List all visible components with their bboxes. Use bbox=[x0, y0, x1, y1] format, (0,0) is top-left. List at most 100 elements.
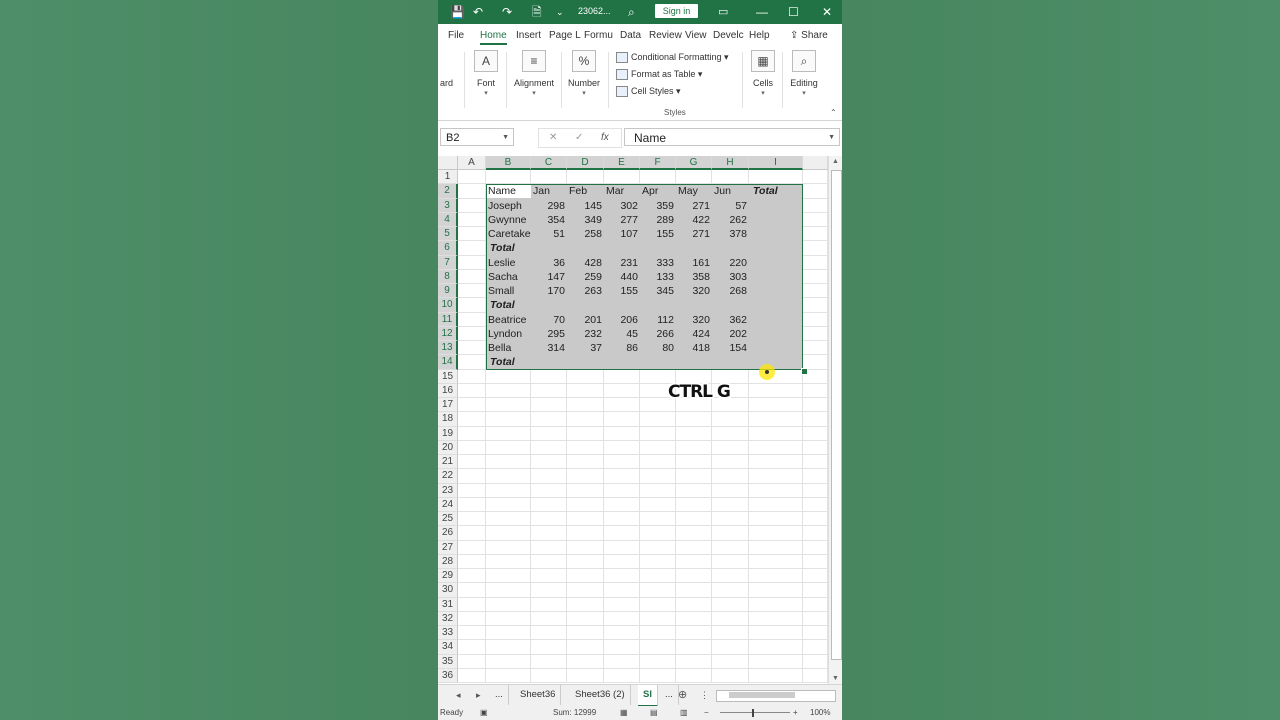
column-header[interactable] bbox=[803, 156, 828, 170]
name-cell[interactable]: Small bbox=[488, 284, 514, 298]
row-header[interactable]: 19 bbox=[438, 426, 458, 441]
tab-help[interactable]: Help bbox=[749, 30, 770, 41]
clipboard-group[interactable]: ard bbox=[440, 50, 460, 88]
horizontal-scrollbar[interactable] bbox=[716, 690, 836, 702]
value-cell[interactable]: 271 bbox=[676, 199, 710, 213]
row-header[interactable]: 12 bbox=[438, 326, 458, 341]
value-cell[interactable]: 220 bbox=[712, 256, 747, 270]
row-header[interactable]: 8 bbox=[438, 269, 458, 284]
header-cell[interactable]: May bbox=[678, 184, 698, 198]
value-cell[interactable]: 422 bbox=[676, 213, 710, 227]
page-break-icon[interactable]: ▥ bbox=[680, 706, 688, 720]
collapse-ribbon-icon[interactable]: ⌃ bbox=[830, 108, 837, 117]
enter-icon[interactable]: ✓ bbox=[575, 129, 583, 147]
total-label-cell[interactable]: Total bbox=[490, 241, 515, 255]
value-cell[interactable]: 37 bbox=[567, 341, 602, 355]
format-as-table-button[interactable]: Format as Table ▾ bbox=[616, 69, 702, 81]
row-header[interactable]: 16 bbox=[438, 383, 458, 398]
value-cell[interactable]: 206 bbox=[604, 313, 638, 327]
value-cell[interactable]: 161 bbox=[676, 256, 710, 270]
sheet-tab-overflow-left[interactable]: ... bbox=[490, 685, 509, 705]
header-cell[interactable]: Mar bbox=[606, 184, 624, 198]
fill-handle[interactable] bbox=[801, 368, 808, 375]
document-icon[interactable]: 🗎 bbox=[532, 4, 542, 20]
value-cell[interactable]: 289 bbox=[640, 213, 674, 227]
value-cell[interactable]: 345 bbox=[640, 284, 674, 298]
row-header[interactable]: 29 bbox=[438, 569, 458, 584]
header-cell[interactable]: Name bbox=[488, 184, 516, 198]
value-cell[interactable]: 57 bbox=[712, 199, 747, 213]
sheet-tab[interactable]: Sheet36 bbox=[515, 685, 562, 705]
scroll-thumb[interactable] bbox=[831, 170, 842, 660]
tab-home[interactable]: Home bbox=[480, 30, 507, 45]
row-header[interactable]: 1 bbox=[438, 170, 458, 185]
name-cell[interactable]: Sacha bbox=[488, 270, 518, 284]
editing-group[interactable]: ⌕ Editing ▾ bbox=[788, 50, 820, 97]
tab-developer[interactable]: Develc bbox=[713, 30, 744, 41]
undo-icon[interactable]: ↶ bbox=[473, 4, 483, 20]
value-cell[interactable]: 202 bbox=[712, 327, 747, 341]
value-cell[interactable]: 428 bbox=[567, 256, 602, 270]
value-cell[interactable]: 80 bbox=[640, 341, 674, 355]
value-cell[interactable]: 424 bbox=[676, 327, 710, 341]
value-cell[interactable]: 258 bbox=[567, 227, 602, 241]
value-cell[interactable]: 295 bbox=[531, 327, 565, 341]
accessibility-icon[interactable]: ▣ bbox=[480, 706, 488, 720]
row-header[interactable]: 11 bbox=[438, 312, 458, 327]
column-header[interactable]: B bbox=[486, 156, 531, 170]
row-header[interactable]: 3 bbox=[438, 198, 458, 213]
zoom-out-icon[interactable]: − bbox=[704, 706, 709, 720]
sheet-next-icon[interactable]: ▸ bbox=[476, 690, 481, 701]
sheet-prev-icon[interactable]: ◂ bbox=[456, 690, 461, 701]
value-cell[interactable]: 45 bbox=[604, 327, 638, 341]
total-label-cell[interactable]: Total bbox=[490, 355, 515, 369]
row-header[interactable]: 9 bbox=[438, 284, 458, 299]
value-cell[interactable]: 263 bbox=[567, 284, 602, 298]
value-cell[interactable]: 36 bbox=[531, 256, 565, 270]
font-group[interactable]: A Font ▾ bbox=[472, 50, 500, 97]
maximize-icon[interactable]: ☐ bbox=[788, 4, 799, 20]
row-header[interactable]: 26 bbox=[438, 526, 458, 541]
tab-data[interactable]: Data bbox=[620, 30, 641, 41]
row-header[interactable]: 21 bbox=[438, 455, 458, 470]
value-cell[interactable]: 170 bbox=[531, 284, 565, 298]
value-cell[interactable]: 320 bbox=[676, 284, 710, 298]
row-header[interactable]: 17 bbox=[438, 398, 458, 413]
name-box[interactable]: B2 ▼ bbox=[440, 128, 514, 146]
row-header[interactable]: 25 bbox=[438, 512, 458, 527]
row-header[interactable]: 32 bbox=[438, 611, 458, 626]
zoom-level[interactable]: 100% bbox=[810, 706, 830, 720]
zoom-slider-thumb[interactable] bbox=[752, 709, 754, 717]
row-header[interactable]: 20 bbox=[438, 440, 458, 455]
value-cell[interactable]: 232 bbox=[567, 327, 602, 341]
value-cell[interactable]: 112 bbox=[640, 313, 674, 327]
value-cell[interactable]: 440 bbox=[604, 270, 638, 284]
row-header[interactable]: 7 bbox=[438, 255, 458, 270]
value-cell[interactable]: 378 bbox=[712, 227, 747, 241]
value-cell[interactable]: 358 bbox=[676, 270, 710, 284]
alignment-group[interactable]: ≡ Alignment ▾ bbox=[512, 50, 556, 97]
header-cell[interactable]: Total bbox=[753, 184, 778, 198]
name-cell[interactable]: Caretake bbox=[488, 227, 531, 241]
tab-page-layout[interactable]: Page L bbox=[549, 30, 581, 41]
redo-icon[interactable]: ↷ bbox=[502, 4, 512, 20]
sheet-tab[interactable]: Sheet36 (2) bbox=[570, 685, 631, 705]
row-header[interactable]: 33 bbox=[438, 626, 458, 641]
zoom-slider[interactable] bbox=[720, 712, 790, 713]
value-cell[interactable]: 349 bbox=[567, 213, 602, 227]
row-header[interactable]: 24 bbox=[438, 497, 458, 512]
number-group[interactable]: % Number ▾ bbox=[566, 50, 602, 97]
tab-review[interactable]: Review bbox=[649, 30, 682, 41]
header-cell[interactable]: Jun bbox=[714, 184, 731, 198]
column-header[interactable]: E bbox=[604, 156, 640, 170]
value-cell[interactable]: 362 bbox=[712, 313, 747, 327]
ribbon-display-icon[interactable]: ▭ bbox=[718, 4, 728, 20]
share-button[interactable]: ⇪ Share bbox=[790, 30, 828, 41]
vertical-scrollbar[interactable]: ▲ ▼ bbox=[828, 156, 842, 684]
value-cell[interactable]: 51 bbox=[531, 227, 565, 241]
column-header[interactable]: H bbox=[712, 156, 749, 170]
name-cell[interactable]: Gwynne bbox=[488, 213, 527, 227]
value-cell[interactable]: 277 bbox=[604, 213, 638, 227]
value-cell[interactable]: 298 bbox=[531, 199, 565, 213]
row-header[interactable]: 2 bbox=[438, 184, 458, 199]
